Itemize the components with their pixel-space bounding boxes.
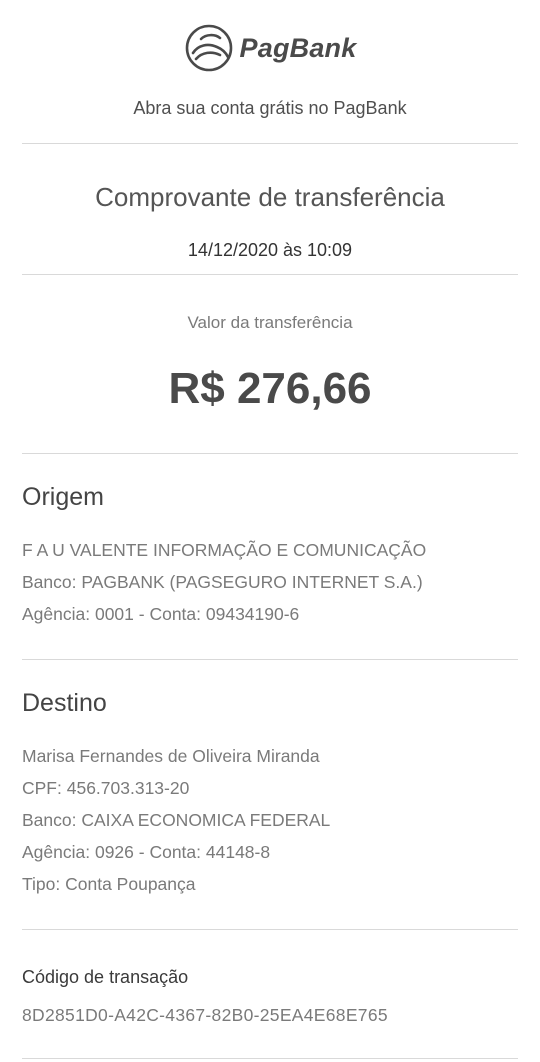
divider (22, 143, 518, 144)
transaction-code: 8D2851D0-A42C-4367-82B0-25EA4E68E765 (22, 1005, 388, 1025)
transfer-amount: R$ 276,66 (168, 364, 372, 413)
brand-header: PagBank (0, 22, 540, 74)
open-account-link[interactable]: Abra sua conta grátis no PagBank (0, 98, 540, 119)
transaction-code-label: Código de transação (22, 967, 189, 987)
destination-heading: Destino (22, 689, 107, 717)
page-title: Comprovante de transferência (95, 182, 445, 212)
destination-branch-account: Agência: 0926 - Conta: 44148-8 (22, 842, 271, 862)
amount-label: Valor da transferência (187, 313, 353, 332)
destination-account-holder: Marisa Fernandes de Oliveira Miranda (22, 746, 320, 766)
pagbank-logo-icon (185, 24, 232, 72)
brand-name: PagBank (239, 32, 357, 63)
divider (22, 453, 518, 454)
receipt-page: PagBank Abra sua conta grátis no PagBank… (0, 0, 540, 1062)
origin-branch-account: Agência: 0001 - Conta: 09434190-6 (22, 604, 300, 624)
divider (22, 929, 518, 930)
transfer-datetime: 14/12/2020 às 10:09 (187, 240, 353, 260)
destination-account-type: Tipo: Conta Poupança (22, 874, 196, 894)
origin-bank: Banco: PAGBANK (PAGSEGURO INTERNET S.A.) (22, 572, 423, 592)
divider (22, 1058, 518, 1059)
destination-bank: Banco: CAIXA ECONOMICA FEDERAL (22, 810, 331, 830)
destination-cpf: CPF: 456.703.313-20 (22, 778, 190, 798)
origin-account-holder: F A U VALENTE INFORMAÇÃO E COMUNICAÇÃO (22, 540, 427, 560)
divider (22, 274, 518, 275)
divider (22, 659, 518, 660)
origin-heading: Origem (22, 483, 104, 511)
